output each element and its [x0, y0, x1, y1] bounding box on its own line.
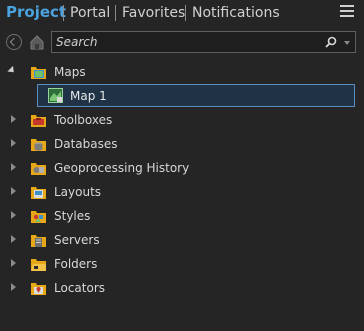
search-row	[0, 31, 364, 53]
home-icon[interactable]	[28, 33, 46, 51]
tab-separator	[63, 5, 64, 21]
expand-toggle-icon[interactable]	[11, 163, 16, 171]
tree-item-label: Map 1	[70, 89, 107, 103]
back-arrow-icon[interactable]	[6, 34, 22, 50]
tree-item-label: Locators	[54, 281, 105, 295]
tree-item-locators[interactable]: Locators	[0, 276, 364, 300]
tree-item-label: Folders	[54, 257, 98, 271]
tab-separator	[185, 5, 186, 21]
expand-toggle-icon[interactable]	[11, 235, 16, 243]
tab-favorites[interactable]: Favorites	[122, 4, 185, 22]
search-options-chevron-down-icon[interactable]	[344, 41, 350, 45]
expand-toggle-icon[interactable]	[7, 65, 17, 76]
map-folder-icon	[31, 67, 46, 79]
toolbox-folder-icon	[31, 115, 46, 127]
tree-item-layouts[interactable]: Layouts	[0, 180, 364, 204]
tree-item-toolboxes[interactable]: Toolboxes	[0, 108, 364, 132]
history-folder-icon	[31, 163, 46, 175]
tab-separator	[115, 5, 116, 21]
search-icon[interactable]	[325, 36, 337, 48]
tree-item-label: Styles	[54, 209, 91, 223]
tree-item-folders[interactable]: Folders	[0, 252, 364, 276]
tab-project[interactable]: Project	[6, 3, 66, 21]
tree-item-servers[interactable]: Servers	[0, 228, 364, 252]
tree-item-map-1[interactable]: Map 1	[37, 84, 355, 107]
expand-toggle-icon[interactable]	[11, 283, 16, 291]
tree-item-label: Toolboxes	[54, 113, 113, 127]
layout-folder-icon	[31, 187, 46, 199]
search-box	[51, 31, 356, 53]
database-folder-icon	[31, 139, 46, 151]
style-folder-icon	[31, 211, 46, 223]
expand-toggle-icon[interactable]	[11, 211, 16, 219]
expand-toggle-icon[interactable]	[11, 115, 16, 123]
locator-folder-icon	[31, 283, 46, 295]
search-input[interactable]	[56, 34, 306, 50]
catalog-tabs: Project Portal Favorites Notifications	[0, 0, 364, 28]
tree-item-label: Maps	[54, 65, 86, 79]
folder-icon	[31, 259, 46, 271]
tree-item-maps[interactable]: Maps	[0, 60, 364, 84]
expand-toggle-icon[interactable]	[11, 187, 16, 195]
expand-toggle-icon[interactable]	[11, 139, 16, 147]
tree-item-geoprocessing-history[interactable]: Geoprocessing History	[0, 156, 364, 180]
tree-item-label: Geoprocessing History	[54, 161, 190, 175]
server-folder-icon	[31, 235, 46, 247]
tree-item-label: Databases	[54, 137, 118, 151]
tree-item-styles[interactable]: Styles	[0, 204, 364, 228]
tree-item-databases[interactable]: Databases	[0, 132, 364, 156]
catalog-pane: Project Portal Favorites Notifications S…	[0, 0, 364, 331]
hamburger-menu-icon[interactable]	[340, 5, 354, 17]
map-icon	[48, 88, 63, 103]
tree-item-label: Servers	[54, 233, 100, 247]
tab-portal[interactable]: Portal	[70, 4, 110, 22]
tab-notifications[interactable]: Notifications	[192, 4, 280, 22]
expand-toggle-icon[interactable]	[11, 259, 16, 267]
tree-item-label: Layouts	[54, 185, 102, 199]
